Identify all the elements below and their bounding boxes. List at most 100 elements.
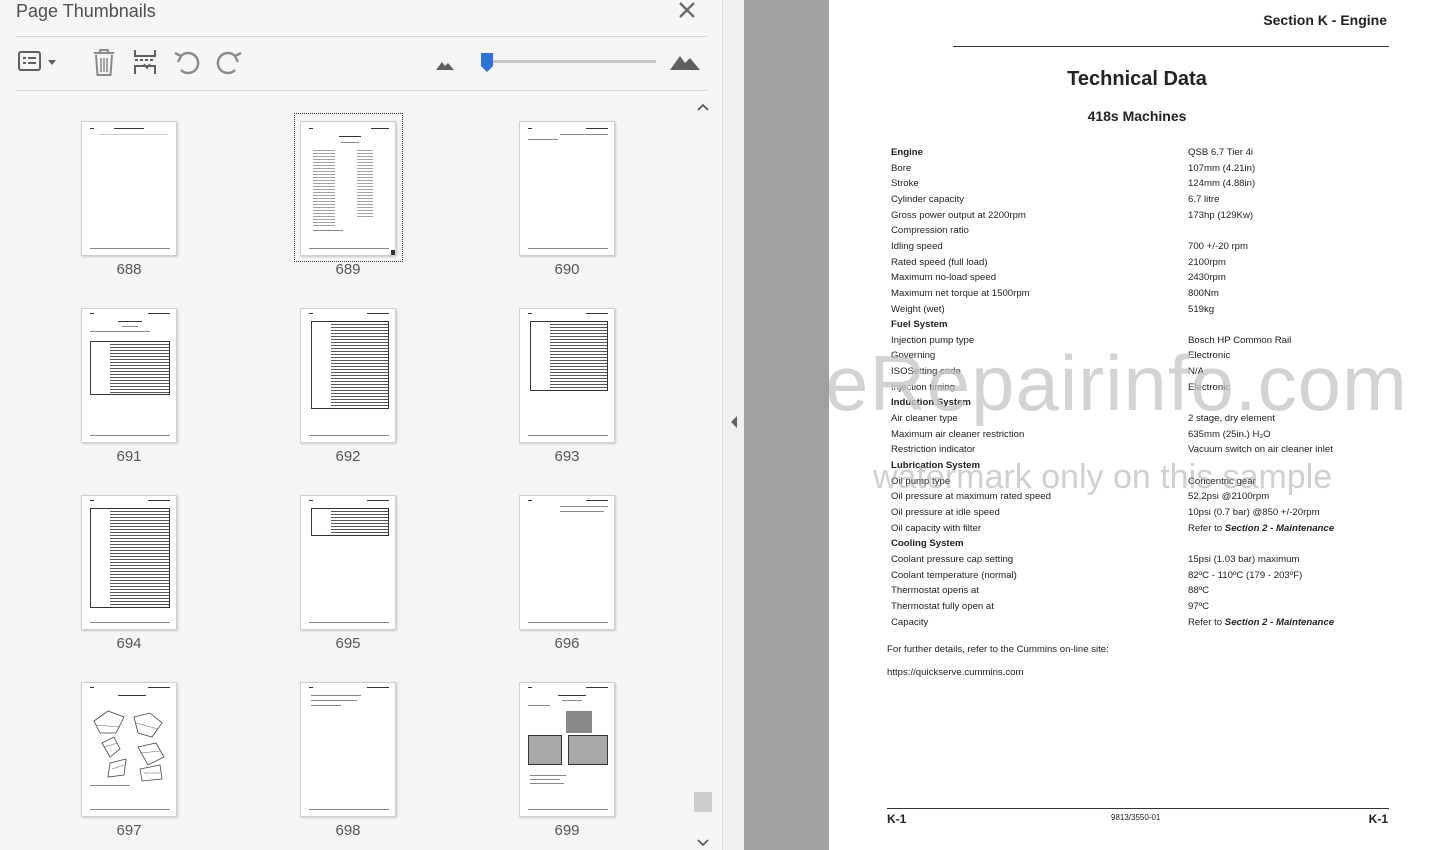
spec-value: 700 +/-20 rpm: [1188, 240, 1248, 252]
spec-label: Coolant pressure cap setting: [891, 553, 1014, 565]
spec-row: Rated speed (full load) 2100rpm: [891, 257, 1391, 273]
spec-row: Maximum no-load speed 2430rpm: [891, 272, 1391, 288]
spec-value: 800Nm: [1188, 287, 1219, 299]
footer-doc-number: 9813/3550-01: [1111, 813, 1161, 822]
spec-row: Maximum air cleaner restriction 635mm (25…: [891, 429, 1391, 445]
panel-splitter[interactable]: [722, 0, 744, 850]
spec-value: 124mm (4.88in): [1188, 178, 1256, 190]
scrollbar-thumb[interactable]: [694, 792, 712, 812]
spec-row: Induction System: [891, 397, 1391, 413]
thumbnail-689[interactable]: 689: [294, 113, 414, 286]
spec-label: ISOSetting code: [891, 366, 961, 378]
trash-icon: [94, 49, 114, 76]
rotate-left-button[interactable]: [172, 49, 202, 77]
spec-label: Capacity: [891, 616, 929, 628]
mountain-small-icon: [436, 62, 454, 70]
cummins-url-link[interactable]: https://quickserve.cummins.com: [887, 667, 1024, 678]
spec-row: Weight (wet) 519kg: [891, 304, 1391, 320]
thumbnail-zoom-slider-thumb[interactable]: [481, 53, 494, 72]
spec-value: 52.2psi @2100rpm: [1188, 491, 1270, 503]
thumbnail-697[interactable]: 697: [75, 677, 195, 847]
spec-value: Bosch HP Common Rail: [1188, 334, 1292, 346]
thumbnail-698[interactable]: 698: [294, 677, 414, 847]
insert-pages-button[interactable]: [132, 47, 158, 77]
page-number-label: 689: [335, 261, 361, 278]
spec-row: Cooling System: [891, 538, 1391, 554]
spec-label: Oil pressure at idle speed: [891, 506, 1000, 518]
spec-value-emphasis: Section 2 - Maintenance: [1224, 616, 1335, 628]
rotate-right-button[interactable]: [214, 49, 244, 77]
spec-row: Injection pump type Bosch HP Common Rail: [891, 335, 1391, 351]
further-details-text: For further details, refer to the Cummin…: [887, 644, 1109, 655]
thumbnail-690[interactable]: 690: [513, 116, 633, 286]
thumbnail-page-image: [300, 682, 396, 817]
thumbnail-options-button[interactable]: [17, 50, 59, 76]
close-icon: [679, 2, 695, 18]
spec-value: 2430rpm: [1188, 272, 1226, 284]
thumbnail-693[interactable]: 693: [513, 303, 633, 473]
delete-pages-button[interactable]: [91, 47, 117, 77]
spec-row: Cylinder capacity 6.7 litre: [891, 194, 1391, 210]
spec-row: Coolant pressure cap setting 15psi (1.03 …: [891, 554, 1391, 570]
thumbnail-694[interactable]: 694: [75, 490, 195, 660]
spec-value: 88ºC: [1188, 585, 1210, 597]
document-background: [744, 0, 829, 850]
spec-label: Maximum air cleaner restriction: [891, 428, 1025, 440]
page-number-label: 696: [554, 635, 580, 652]
spec-row: Maximum net torque at 1500rpm 800Nm: [891, 288, 1391, 304]
scroll-up-icon[interactable]: [696, 102, 710, 112]
thumbnail-page-image: [81, 495, 177, 630]
thumbnail-695[interactable]: 695: [294, 490, 414, 660]
spec-value: 15psi (1.03 bar) maximum: [1188, 553, 1300, 565]
page-number-label: 688: [116, 261, 142, 278]
page-number-label: 694: [116, 635, 142, 652]
spec-row: ISOSetting code N/A: [891, 366, 1391, 382]
thumbnail-zoom-slider-track[interactable]: [482, 60, 656, 63]
thumbnail-scrollbar[interactable]: [693, 96, 713, 850]
spec-row: Capacity Refer to Section 2 - Maintenance: [891, 617, 1391, 633]
spec-value: Vacuum switch on air cleaner inlet: [1188, 444, 1333, 456]
spec-value: 2100rpm: [1188, 256, 1226, 268]
collapse-panel-icon[interactable]: [729, 415, 739, 429]
thumbnail-page-image: [519, 682, 615, 817]
spec-row: Engine QSB 6.7 Tier 4i: [891, 147, 1391, 163]
page-number-label: 697: [116, 822, 142, 839]
spec-label: Gross power output at 2200rpm: [891, 209, 1026, 221]
spec-row: Bore 107mm (4.21in): [891, 163, 1391, 179]
close-panel-button[interactable]: [676, 0, 698, 22]
spec-row: Gross power output at 2200rpm 173hp (129K…: [891, 210, 1391, 226]
zoom-out-thumbnails-button[interactable]: [435, 56, 455, 72]
spec-value: Electronic: [1188, 381, 1231, 393]
thumbnail-691[interactable]: 691: [75, 303, 195, 473]
thumbnail-page-image: [519, 121, 615, 256]
thumbnail-692[interactable]: 692: [294, 303, 414, 473]
zoom-in-thumbnails-button[interactable]: [669, 50, 701, 72]
thumbnail-699[interactable]: 699: [513, 677, 633, 847]
spec-row: Injection timing Electronic: [891, 382, 1391, 398]
thumbnail-688[interactable]: 688: [75, 116, 195, 286]
spec-section-heading: Induction System: [891, 397, 971, 409]
toolbar-divider: [15, 90, 707, 91]
spec-label: Cylinder capacity: [891, 193, 965, 205]
spec-label: Injection timing: [891, 381, 955, 393]
spec-row: Oil pressure at idle speed 10psi (0.7 bar…: [891, 507, 1391, 523]
spec-label: Weight (wet): [891, 303, 945, 315]
spec-value: Refer to Section 2 - Maintenance: [1188, 616, 1335, 628]
spec-label: Stroke: [891, 178, 919, 190]
page-thumbnails-panel: Page Thumbnails 688 689 690 691 692 693 …: [0, 0, 722, 850]
scroll-down-icon[interactable]: [696, 838, 710, 848]
footer-page-right: K-1: [1368, 812, 1388, 826]
spec-value: 97ºC: [1188, 600, 1210, 612]
spec-label: Oil pump type: [891, 475, 951, 487]
spec-row: Lubrication System: [891, 460, 1391, 476]
rotate-clockwise-icon: [216, 51, 242, 75]
spec-label: Oil pressure at maximum rated speed: [891, 491, 1051, 503]
spec-label: Maximum net torque at 1500rpm: [891, 287, 1030, 299]
mountain-large-icon: [670, 56, 700, 70]
thumbnail-696[interactable]: 696: [513, 490, 633, 660]
spec-value: 635mm (25in.) H₂O: [1188, 428, 1271, 440]
header-rule: [953, 46, 1389, 47]
spec-value: Electronic: [1188, 350, 1231, 362]
spec-label: Maximum no-load speed: [891, 272, 997, 284]
spec-label: Thermostat opens at: [891, 585, 979, 597]
